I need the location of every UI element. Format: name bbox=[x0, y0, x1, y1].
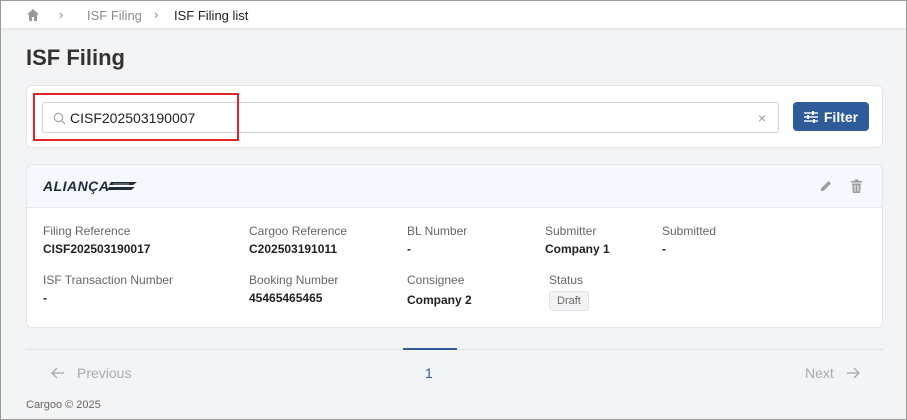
clear-icon[interactable]: × bbox=[758, 111, 766, 125]
submitted-label: Submitted bbox=[662, 224, 717, 238]
footer-copyright: Cargoo © 2025 bbox=[26, 399, 101, 411]
consignee-value: Company 2 bbox=[407, 293, 472, 307]
arrow-right-icon bbox=[846, 367, 860, 379]
consignee-label: Consignee bbox=[407, 273, 465, 287]
isf-transaction-number-value: - bbox=[43, 291, 47, 305]
next-page-label: Next bbox=[805, 365, 834, 381]
filing-reference-label: Filing Reference bbox=[43, 224, 131, 238]
search-input[interactable] bbox=[70, 108, 750, 128]
submitter-value: Company 1 bbox=[545, 242, 610, 256]
submitted-value: - bbox=[662, 242, 666, 256]
submitter-label: Submitter bbox=[545, 224, 597, 238]
app-frame: › ISF Filing › ISF Filing list ISF Filin… bbox=[0, 0, 907, 420]
page-number-button[interactable]: 1 bbox=[425, 365, 433, 381]
search-panel: × Filter bbox=[26, 85, 883, 148]
isf-transaction-number-label: ISF Transaction Number bbox=[43, 273, 174, 287]
next-page-button[interactable]: Next bbox=[805, 365, 860, 381]
filing-card: ALIANÇA Filing Reference CISF20250319001… bbox=[26, 164, 883, 328]
active-page-indicator bbox=[403, 348, 457, 350]
search-field[interactable]: × bbox=[42, 102, 779, 133]
breadcrumb-current: ISF Filing list bbox=[174, 8, 249, 23]
filing-card-header: ALIANÇA bbox=[27, 165, 882, 208]
breadcrumb-link-isf-filing[interactable]: ISF Filing bbox=[87, 8, 142, 23]
home-icon[interactable] bbox=[26, 8, 40, 22]
bl-number-value: - bbox=[407, 242, 411, 256]
booking-number-value: 45465465465 bbox=[249, 291, 323, 305]
status-label: Status bbox=[549, 273, 584, 287]
filter-button-label: Filter bbox=[823, 108, 859, 125]
arrow-left-icon bbox=[51, 367, 64, 379]
search-icon bbox=[53, 112, 66, 125]
svg-text:ALIANÇA: ALIANÇA bbox=[43, 178, 110, 194]
booking-number-label: Booking Number bbox=[249, 273, 339, 287]
sliders-icon bbox=[803, 110, 818, 123]
page-title: ISF Filing bbox=[26, 45, 125, 70]
breadcrumb: › ISF Filing › ISF Filing list bbox=[1, 1, 906, 29]
edit-icon[interactable] bbox=[819, 179, 833, 193]
filter-button[interactable]: Filter bbox=[793, 102, 869, 131]
filing-reference-value: CISF202503190017 bbox=[43, 242, 151, 256]
chevron-right-icon: › bbox=[59, 7, 64, 22]
carrier-logo: ALIANÇA bbox=[43, 178, 137, 194]
status-badge: Draft bbox=[549, 291, 589, 311]
chevron-right-icon: › bbox=[154, 7, 159, 22]
trash-icon[interactable] bbox=[850, 179, 863, 194]
previous-page-label: Previous bbox=[77, 365, 132, 381]
bl-number-label: BL Number bbox=[407, 224, 468, 238]
cargoo-reference-label: Cargoo Reference bbox=[249, 224, 348, 238]
previous-page-button[interactable]: Previous bbox=[51, 365, 131, 381]
cargoo-reference-value: C202503191011 bbox=[249, 242, 338, 256]
